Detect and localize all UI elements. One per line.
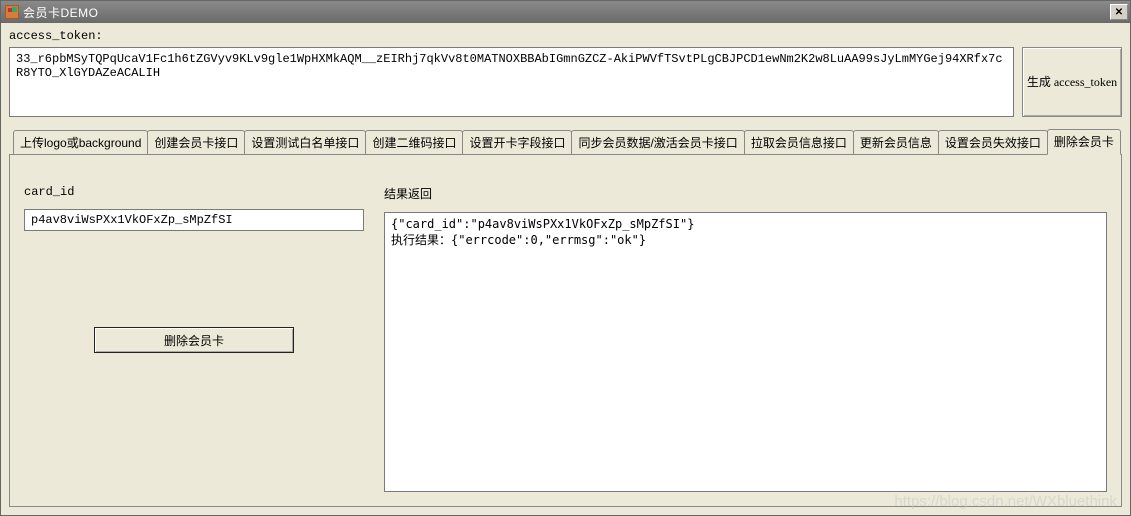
app-window: 会员卡DEMO ✕ access_token: 生成 access_token …: [0, 0, 1131, 516]
access-token-label: access_token:: [9, 29, 1014, 43]
tab-strip: 上传logo或background创建会员卡接口设置测试白名单接口创建二维码接口…: [9, 129, 1122, 154]
access-token-input[interactable]: [9, 47, 1014, 117]
window-title: 会员卡DEMO: [23, 4, 99, 21]
tab-7[interactable]: 更新会员信息: [853, 130, 939, 154]
tab-5[interactable]: 同步会员数据/激活会员卡接口: [571, 130, 744, 154]
titlebar: 会员卡DEMO ✕: [1, 1, 1130, 23]
content-area: access_token: 生成 access_token 上传logo或bac…: [1, 23, 1130, 515]
tab-1[interactable]: 创建会员卡接口: [147, 130, 245, 154]
tab-panel-delete-card: card_id 删除会员卡 结果返回: [9, 154, 1122, 507]
tab-2[interactable]: 设置测试白名单接口: [244, 130, 366, 154]
card-id-input[interactable]: [24, 209, 364, 231]
generate-token-button[interactable]: 生成 access_token: [1022, 47, 1122, 117]
tab-4[interactable]: 设置开卡字段接口: [462, 130, 572, 154]
result-output[interactable]: [384, 212, 1107, 492]
tab-8[interactable]: 设置会员失效接口: [938, 130, 1048, 154]
tab-6[interactable]: 拉取会员信息接口: [744, 130, 854, 154]
app-icon: [5, 5, 19, 19]
tab-9[interactable]: 删除会员卡: [1047, 129, 1121, 155]
close-button[interactable]: ✕: [1110, 4, 1128, 20]
result-label: 结果返回: [384, 185, 1107, 202]
tab-3[interactable]: 创建二维码接口: [365, 130, 463, 154]
token-row: access_token: 生成 access_token: [9, 29, 1122, 117]
card-id-label: card_id: [24, 185, 364, 199]
tab-0[interactable]: 上传logo或background: [13, 130, 148, 154]
delete-card-button[interactable]: 删除会员卡: [94, 327, 294, 353]
